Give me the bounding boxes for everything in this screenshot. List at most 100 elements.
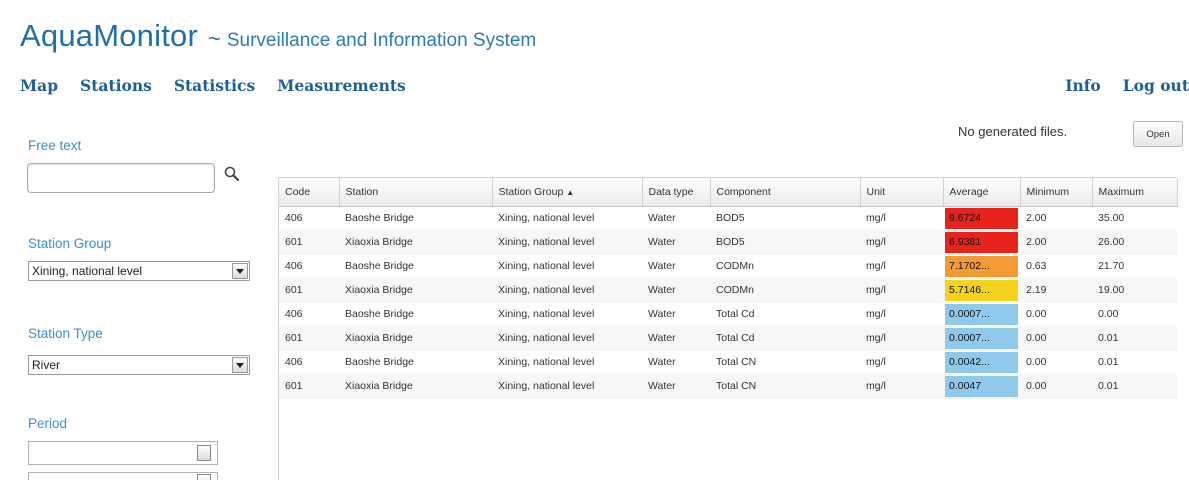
nav-logout[interactable]: Log out <box>1123 76 1189 95</box>
column-header-code[interactable]: Code <box>279 178 340 207</box>
nav-statistics[interactable]: Statistics <box>174 76 255 95</box>
unit-cell: mg/l <box>860 302 943 327</box>
table-row[interactable]: 601 Xiaoxia Bridge Xining, national level W… <box>279 326 1177 351</box>
calendar-icon[interactable] <box>197 445 211 461</box>
measurements-grid: Code Station Station Group ▲ Data type C… <box>278 177 1178 480</box>
station-cell: Xiaoxia Bridge <box>339 374 492 399</box>
search-icon[interactable] <box>222 164 242 184</box>
average-cell: 7.1702... <box>943 254 1020 279</box>
period-to-input[interactable] <box>28 472 218 480</box>
station-cell: Baoshe Bridge <box>339 206 492 231</box>
table-row[interactable]: 601 Xiaoxia Bridge Xining, national level W… <box>279 278 1177 303</box>
table-row[interactable]: 406 Baoshe Bridge Xining, national level Wa… <box>279 254 1177 279</box>
unit-cell: mg/l <box>860 230 943 255</box>
app-header: AquaMonitor ~ Surveillance and Information… <box>20 18 536 54</box>
minimum-cell: 2.00 <box>1020 206 1092 231</box>
average-cell: 0.0007... <box>943 326 1020 351</box>
table-row[interactable]: 406 Baoshe Bridge Xining, national level Wa… <box>279 350 1177 375</box>
component-cell: CODMn <box>710 278 860 303</box>
average-value-badge: 9.6724 <box>945 207 1018 229</box>
data-type-cell: Water <box>642 326 710 351</box>
main-nav: Map Stations Statistics Measurements <box>20 76 406 95</box>
code-cell: 601 <box>279 326 339 351</box>
station-cell: Xiaoxia Bridge <box>339 278 492 303</box>
data-type-cell: Water <box>642 374 710 399</box>
nav-stations[interactable]: Stations <box>80 76 152 95</box>
open-files-button[interactable]: Open <box>1133 121 1183 147</box>
station-cell: Baoshe Bridge <box>339 350 492 375</box>
dropdown-arrow-icon[interactable] <box>232 357 248 373</box>
title-separator: ~ <box>207 26 221 51</box>
table-row[interactable]: 601 Xiaoxia Bridge Xining, national level W… <box>279 230 1177 255</box>
column-header-minimum[interactable]: Minimum <box>1020 178 1093 207</box>
component-cell: Total CN <box>710 374 860 399</box>
table-row[interactable]: 601 Xiaoxia Bridge Xining, national level W… <box>279 374 1177 399</box>
column-header-station-group-label: Station Group <box>498 185 564 198</box>
sort-ascending-icon: ▲ <box>566 187 575 197</box>
station-group-cell: Xining, national level <box>492 206 642 231</box>
unit-cell: mg/l <box>860 326 943 351</box>
column-header-data-type[interactable]: Data type <box>642 178 711 207</box>
table-row[interactable]: 406 Baoshe Bridge Xining, national level Wa… <box>279 206 1177 231</box>
average-cell: 5.7146... <box>943 278 1020 303</box>
data-type-cell: Water <box>642 278 710 303</box>
user-nav: Info Log out <box>1065 76 1189 95</box>
free-text-input[interactable] <box>27 163 215 193</box>
period-label: Period <box>28 416 68 431</box>
code-cell: 406 <box>279 350 339 375</box>
station-group-select[interactable]: Xining, national level <box>28 261 250 281</box>
minimum-cell: 2.00 <box>1020 230 1092 255</box>
station-group-cell: Xining, national level <box>492 350 642 375</box>
column-header-average[interactable]: Average <box>943 178 1021 207</box>
nav-info[interactable]: Info <box>1065 76 1101 95</box>
average-cell: 6.9381 <box>943 230 1020 255</box>
column-header-station-group[interactable]: Station Group ▲ <box>492 178 643 207</box>
maximum-cell: 0.00 <box>1092 302 1177 327</box>
average-cell: 0.0042... <box>943 350 1020 375</box>
nav-measurements[interactable]: Measurements <box>277 76 406 95</box>
unit-cell: mg/l <box>860 374 943 399</box>
table-row[interactable]: 406 Baoshe Bridge Xining, national level Wa… <box>279 302 1177 327</box>
data-type-cell: Water <box>642 230 710 255</box>
station-cell: Baoshe Bridge <box>339 254 492 279</box>
component-cell: BOD5 <box>710 230 860 255</box>
calendar-icon[interactable] <box>197 474 211 480</box>
maximum-cell: 0.01 <box>1092 350 1177 375</box>
station-cell: Baoshe Bridge <box>339 302 492 327</box>
average-value-badge: 0.0007... <box>945 303 1018 325</box>
table-body: 406 Baoshe Bridge Xining, national level Wa… <box>279 206 1177 399</box>
component-cell: Total Cd <box>710 326 860 351</box>
station-group-cell: Xining, national level <box>492 278 642 303</box>
nav-map[interactable]: Map <box>20 76 58 95</box>
column-header-unit[interactable]: Unit <box>860 178 944 207</box>
minimum-cell: 0.00 <box>1020 302 1092 327</box>
station-group-cell: Xining, national level <box>492 230 642 255</box>
maximum-cell: 35.00 <box>1092 206 1177 231</box>
generated-files-status: No generated files. <box>958 124 1068 139</box>
component-cell: Total CN <box>710 350 860 375</box>
code-cell: 601 <box>279 230 339 255</box>
station-type-label: Station Type <box>28 326 103 341</box>
column-header-maximum[interactable]: Maximum <box>1092 178 1178 207</box>
average-cell: 9.6724 <box>943 206 1020 231</box>
code-cell: 601 <box>279 278 339 303</box>
station-group-cell: Xining, national level <box>492 326 642 351</box>
minimum-cell: 0.00 <box>1020 374 1092 399</box>
maximum-cell: 21.70 <box>1092 254 1177 279</box>
data-type-cell: Water <box>642 254 710 279</box>
free-text-label: Free text <box>28 138 82 153</box>
column-header-station[interactable]: Station <box>339 178 493 207</box>
station-group-label: Station Group <box>28 236 112 251</box>
component-cell: BOD5 <box>710 206 860 231</box>
average-value-badge: 0.0047 <box>945 375 1018 397</box>
column-header-component[interactable]: Component <box>710 178 861 207</box>
app-title: AquaMonitor <box>20 18 198 53</box>
station-type-select[interactable]: River <box>28 355 250 375</box>
dropdown-arrow-icon[interactable] <box>232 263 248 279</box>
station-cell: Xiaoxia Bridge <box>339 230 492 255</box>
minimum-cell: 0.63 <box>1020 254 1092 279</box>
average-value-badge: 7.1702... <box>945 255 1018 277</box>
minimum-cell: 0.00 <box>1020 326 1092 351</box>
station-group-value: Xining, national level <box>32 264 143 278</box>
period-from-input[interactable] <box>28 441 218 465</box>
